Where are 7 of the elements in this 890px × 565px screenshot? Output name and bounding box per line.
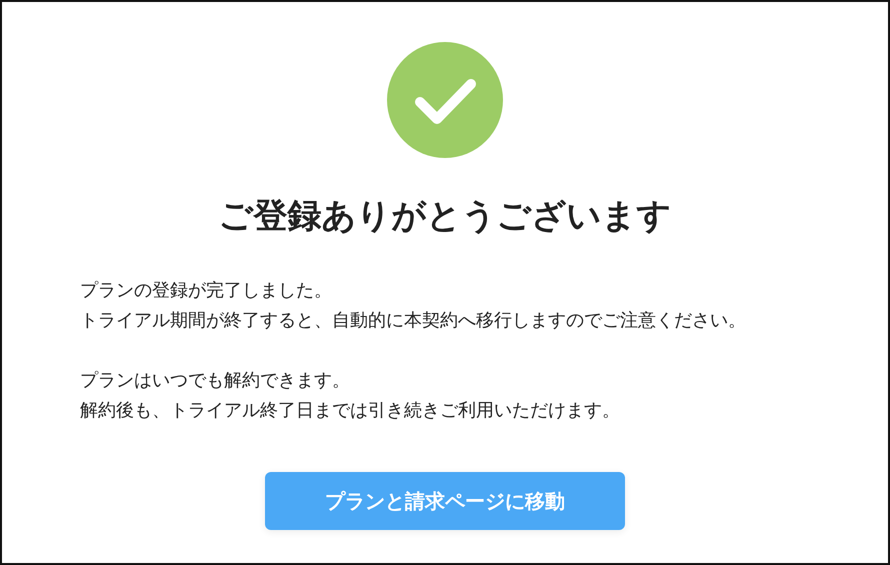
checkmark-icon — [387, 42, 503, 158]
message-text: 解約後も、トライアル終了日までは引き続きご利用いただけます。 — [80, 399, 620, 423]
navigate-button[interactable]: プランと請求ページに移動 — [265, 472, 625, 530]
message-text: プランの登録が完了しました。 — [80, 279, 332, 303]
message-text: プランはいつでも解約できます。 — [80, 369, 350, 393]
message-text: トライアル期間が終了すると、自動的に本契約へ移行しますのでご注意ください。 — [80, 309, 746, 333]
heading: ご登録ありがとうございます — [218, 195, 672, 238]
